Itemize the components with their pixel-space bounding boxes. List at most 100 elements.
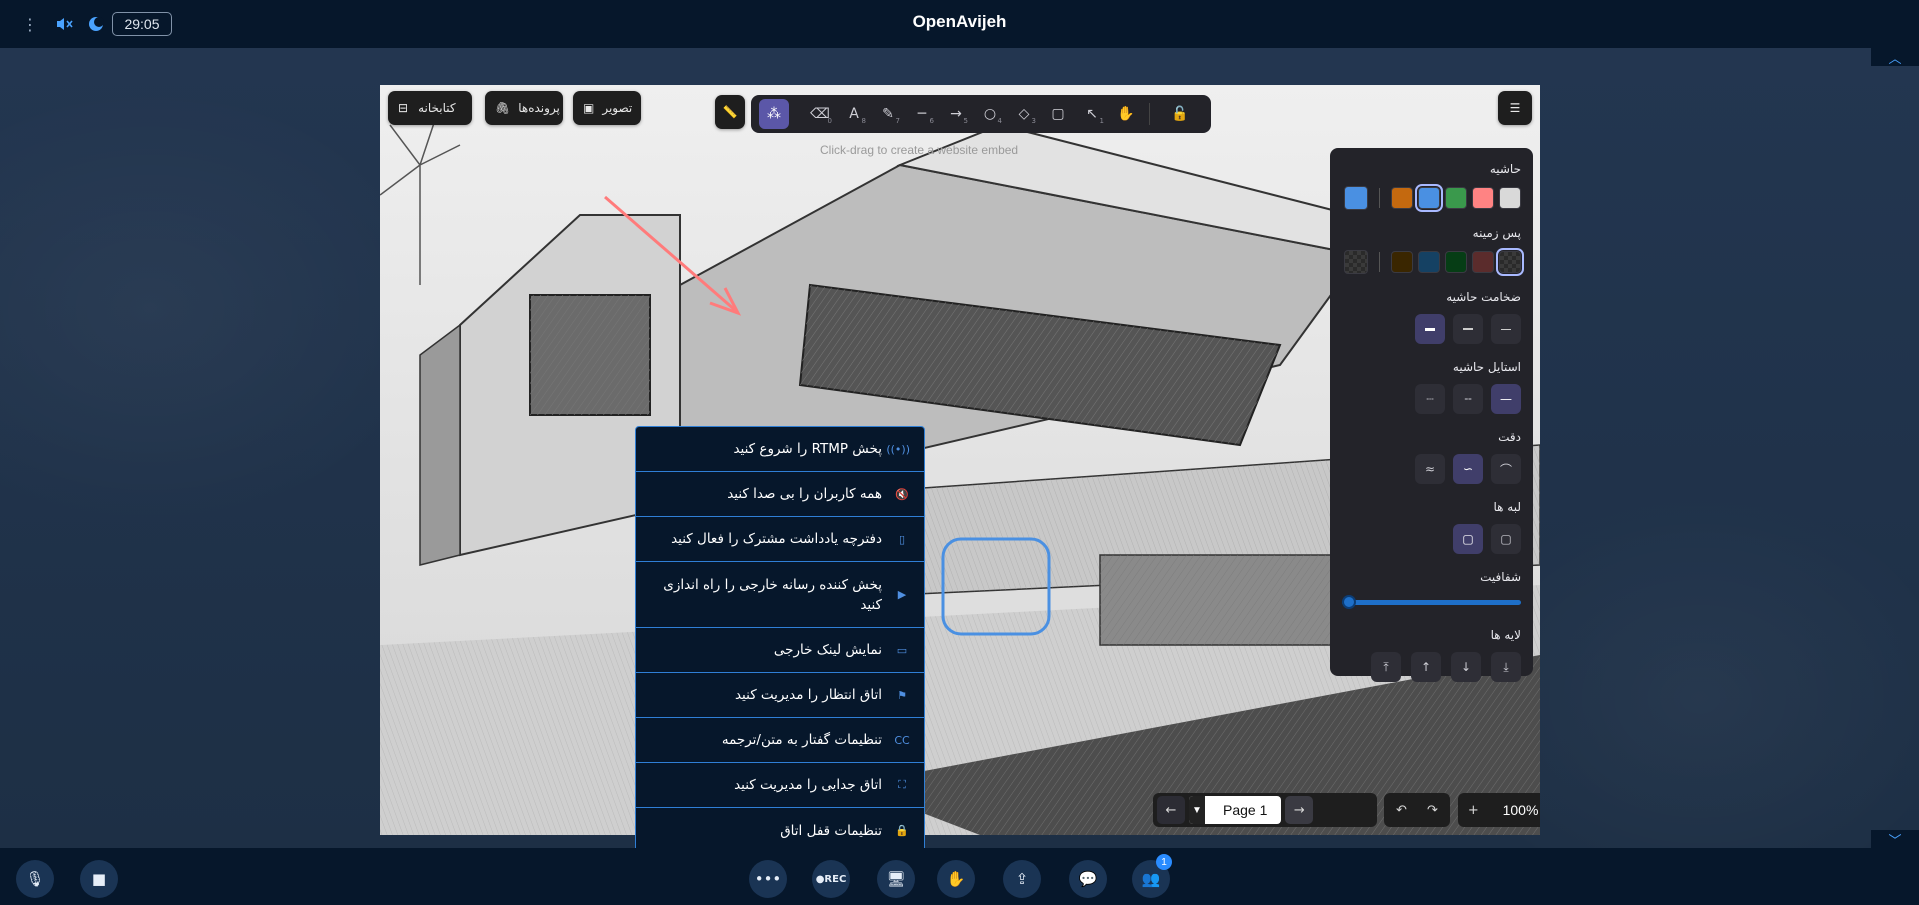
camera-icon: ■ — [91, 870, 107, 888]
history-controls: ↶ ↷ — [1384, 793, 1450, 827]
tool-arrow[interactable]: → 5 — [941, 99, 971, 129]
tool-lock[interactable]: 🔓 — [1165, 99, 1195, 129]
participants-button[interactable]: 👥 1 — [1132, 854, 1172, 898]
stroke-color-blue[interactable] — [1415, 184, 1443, 212]
layers-heading: لایه ها — [1490, 628, 1521, 642]
screen-share-button[interactable]: ⇪ — [1003, 860, 1041, 898]
sloppiness-cartoonist[interactable]: ≈ — [1415, 454, 1445, 484]
stroke-color-light-gray[interactable] — [1499, 187, 1521, 209]
stroke-color-current[interactable] — [1344, 186, 1368, 210]
line-icon: ─ — [917, 106, 927, 122]
record-button[interactable]: ●REC — [812, 860, 850, 898]
users-icon: 👥 — [1141, 870, 1161, 888]
menu-item-captions[interactable]: CC تنظیمات گفتار به متن/ترجمه — [636, 718, 924, 763]
stroke-color-orange[interactable] — [1391, 187, 1413, 209]
background-swatches — [1342, 248, 1524, 276]
zoom-in-button[interactable]: + — [1462, 796, 1485, 824]
paperclip-icon: 🖇 — [495, 101, 511, 115]
mute-all-icon: 🔇 — [895, 487, 909, 501]
send-to-back-icon[interactable]: ⤓ — [1491, 652, 1521, 682]
stroke-color-green[interactable] — [1445, 187, 1467, 209]
stroke-width-extra-bold[interactable] — [1415, 314, 1445, 344]
actions-menu: ((•)) پخش RTMP را شروع کنید 🔇 همه کاربران ر… — [635, 426, 925, 852]
menu-item-waiting-room[interactable]: ⚑ اتاق انتظار را مدیریت کنید — [636, 673, 924, 718]
menu-item-notepad[interactable]: ▯ دفترچه یادداشت مشترک را فعال کنید — [636, 517, 924, 562]
page-selector[interactable]: ▼ Page 1 — [1189, 796, 1282, 824]
stroke-style-dotted[interactable]: ┈ — [1415, 384, 1445, 414]
presentation-button[interactable]: 🖥 — [877, 860, 915, 898]
microphone-button[interactable]: 🎙 — [16, 860, 54, 898]
sloppiness-artist[interactable]: ∼ — [1453, 454, 1483, 484]
bg-color-dark-red[interactable] — [1472, 251, 1494, 273]
chevron-down-icon: ▼ — [1189, 796, 1205, 824]
waiting-room-icon: ⚑ — [897, 688, 907, 702]
chat-button[interactable]: 💬 — [1069, 860, 1107, 898]
tool-diamond[interactable]: ◇ 3 — [1009, 99, 1039, 129]
main-menu-button[interactable]: ☰ — [1498, 91, 1532, 125]
camera-button[interactable]: ■ — [80, 860, 118, 898]
menu-item-broadcast[interactable]: ((•)) پخش RTMP را شروع کنید — [636, 427, 924, 472]
tool-select[interactable]: ↖ 1 — [1077, 99, 1107, 129]
tool-hand[interactable]: ✋ — [1111, 99, 1141, 129]
stroke-style-heading: استایل حاشیه — [1452, 360, 1521, 374]
next-page-button[interactable]: → — [1285, 796, 1314, 824]
bring-forward-icon[interactable]: ↑ — [1411, 652, 1441, 682]
opacity-slider-thumb[interactable] — [1342, 595, 1356, 609]
bg-color-transparent[interactable] — [1496, 248, 1524, 276]
chevron-down-icon: ﹀ — [1888, 833, 1902, 849]
stroke-color-red[interactable] — [1472, 187, 1494, 209]
tool-embed[interactable]: ⁂ — [759, 99, 789, 129]
stroke-style-dashed[interactable]: ╌ — [1453, 384, 1483, 414]
tool-rectangle[interactable]: ▢ — [1043, 99, 1073, 129]
send-backward-icon[interactable]: ↓ — [1451, 652, 1481, 682]
collapse-top-button[interactable]: ︿ — [1871, 48, 1919, 67]
edges-round[interactable]: ▢ — [1453, 524, 1483, 554]
menu-item-media-player[interactable]: ▶ پخش کننده رسانه خارجی را راه اندازی کنی… — [636, 562, 924, 628]
menu-item-breakout-room[interactable]: ⛶ اتاق جدایی را مدیریت کنید — [636, 763, 924, 808]
pencil-icon: ✎ — [882, 106, 894, 122]
tool-line[interactable]: ─ 6 — [907, 99, 937, 129]
menu-item-label: نمایش لینک خارجی — [773, 642, 882, 658]
menu-item-screen-link[interactable]: ▭ نمایش لینک خارجی — [636, 628, 924, 673]
undo-icon: ↶ — [1396, 802, 1407, 818]
menu-item-label: تنظیمات قفل اتاق — [780, 822, 882, 839]
stroke-width-bold[interactable] — [1453, 314, 1483, 344]
bg-color-dark-blue[interactable] — [1418, 251, 1440, 273]
library-button[interactable]: ⊟ کتابخانه — [388, 91, 472, 125]
whiteboard-canvas[interactable]: ⊟ کتابخانه 🖇 پرونده‌ها ▣ تصویر 📏 ⁂ ⌫ 0 A8… — [380, 85, 1540, 835]
ruler-button[interactable]: 📏 — [715, 95, 745, 129]
opacity-slider[interactable] — [1342, 594, 1521, 610]
bring-to-front-icon[interactable]: ⤒ — [1371, 652, 1401, 682]
bg-color-dark-green[interactable] — [1445, 251, 1467, 273]
stroke-style-solid[interactable]: — — [1491, 384, 1521, 414]
menu-item-lock[interactable]: 🔒 تنظیمات قفل اتاق — [636, 808, 924, 851]
bg-color-dark-orange[interactable] — [1391, 251, 1413, 273]
undo-button[interactable]: ↶ — [1388, 796, 1415, 824]
edges-sharp[interactable]: ▢ — [1491, 524, 1521, 554]
tool-text[interactable]: A8 — [839, 99, 869, 129]
hand-icon: ✋ — [1117, 106, 1135, 122]
sloppiness-architect[interactable]: ⌒ — [1491, 454, 1521, 484]
menu-item-mute-all[interactable]: 🔇 همه کاربران را بی صدا کنید — [636, 472, 924, 517]
zoom-level: 100% — [1502, 802, 1539, 818]
collapse-bottom-button[interactable]: ﹀ — [1871, 830, 1919, 849]
tool-pencil[interactable]: ✎ 7 — [873, 99, 903, 129]
arrow-right-icon: → — [1293, 802, 1305, 818]
more-actions-button[interactable]: ••• — [749, 860, 787, 898]
redo-icon: ↷ — [1427, 802, 1438, 818]
shapes-icon: ⁂ — [767, 106, 781, 122]
files-button[interactable]: 🖇 پرونده‌ها — [485, 91, 563, 125]
prev-page-button[interactable]: ← — [1157, 796, 1185, 824]
lock-open-icon: 🔓 — [1171, 106, 1189, 122]
raise-hand-button[interactable]: ✋ — [937, 860, 975, 898]
menu-item-label: پخش RTMP را شروع کنید — [733, 441, 882, 457]
edges-options: ▢ ▢ — [1342, 524, 1521, 554]
tool-ellipse[interactable]: ○ 4 — [975, 99, 1005, 129]
stroke-width-thin[interactable] — [1491, 314, 1521, 344]
redo-button[interactable]: ↷ — [1419, 796, 1446, 824]
bg-color-current[interactable] — [1344, 250, 1368, 274]
image-button[interactable]: ▣ تصویر — [573, 91, 641, 125]
diamond-icon: ◇ — [1018, 106, 1030, 122]
ellipse-icon: ○ — [983, 106, 997, 122]
tool-eraser[interactable]: ⌫ 0 — [805, 99, 835, 129]
